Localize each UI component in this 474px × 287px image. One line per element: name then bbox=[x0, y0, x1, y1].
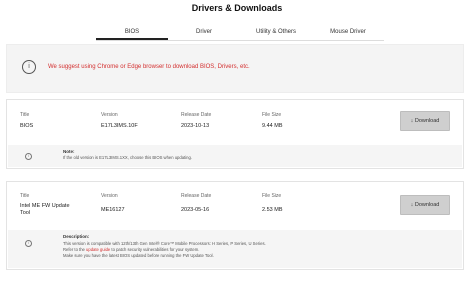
col-size-label: File Size bbox=[262, 112, 282, 118]
item-version: ME16127 bbox=[101, 207, 125, 213]
description-line: This version is compatible with 12th/13t… bbox=[63, 241, 266, 246]
col-release-label: Release Date bbox=[181, 112, 212, 118]
note-heading: Note: bbox=[63, 149, 75, 154]
item-release-date: 2023-05-16 bbox=[181, 207, 210, 213]
item-release-date: 2023-10-13 bbox=[181, 123, 210, 129]
download-button[interactable]: ↓ Download bbox=[400, 195, 450, 215]
item-version: E17L3IMS.10F bbox=[101, 123, 138, 129]
item-title: BIOS bbox=[20, 123, 34, 129]
col-size-label: File Size bbox=[262, 193, 282, 199]
tab-driver[interactable]: Driver bbox=[168, 26, 240, 40]
tab-bios[interactable]: BIOS bbox=[96, 26, 168, 40]
tab-bar: BIOS Driver Utility & Others Mouse Drive… bbox=[96, 26, 384, 41]
col-version-label: Version bbox=[101, 112, 118, 118]
item-note: i Note: If the old version is E17L3IMS.1… bbox=[8, 145, 462, 167]
browser-notice: i We suggest using Chrome or Edge browse… bbox=[6, 44, 464, 93]
item-file-size: 2.53 MB bbox=[262, 207, 283, 213]
col-title-label: Title bbox=[20, 193, 30, 199]
col-release-label: Release Date bbox=[181, 193, 212, 199]
note-text: If the old version is E17L3IMS.1XX, choo… bbox=[63, 155, 192, 160]
col-title-label: Title bbox=[20, 112, 30, 118]
col-version-label: Version bbox=[101, 193, 118, 199]
item-description: i Description: This version is compatibl… bbox=[8, 230, 462, 268]
info-icon: i bbox=[25, 153, 32, 160]
download-card-me-fw: Title Version Release Date File Size Int… bbox=[6, 181, 464, 270]
description-line: Refer to the update guide to patch secur… bbox=[63, 247, 200, 252]
description-heading: Description: bbox=[63, 234, 90, 239]
tab-utility-others[interactable]: Utility & Others bbox=[240, 26, 312, 40]
info-icon: i bbox=[22, 60, 36, 74]
info-icon: i bbox=[25, 240, 32, 247]
item-title: Intel ME FW Update Tool bbox=[20, 203, 70, 216]
download-button[interactable]: ↓ Download bbox=[400, 111, 450, 131]
tab-mouse-driver[interactable]: Mouse Driver bbox=[312, 26, 384, 40]
description-line: Make sure you have the latest BIOS updat… bbox=[63, 253, 214, 258]
notice-message: We suggest using Chrome or Edge browser … bbox=[48, 64, 250, 70]
page-title: Drivers & Downloads bbox=[191, 3, 283, 13]
item-file-size: 9.44 MB bbox=[262, 123, 283, 129]
update-guide-link[interactable]: update guide bbox=[86, 247, 110, 252]
download-card-bios: Title Version Release Date File Size BIO… bbox=[6, 99, 464, 169]
